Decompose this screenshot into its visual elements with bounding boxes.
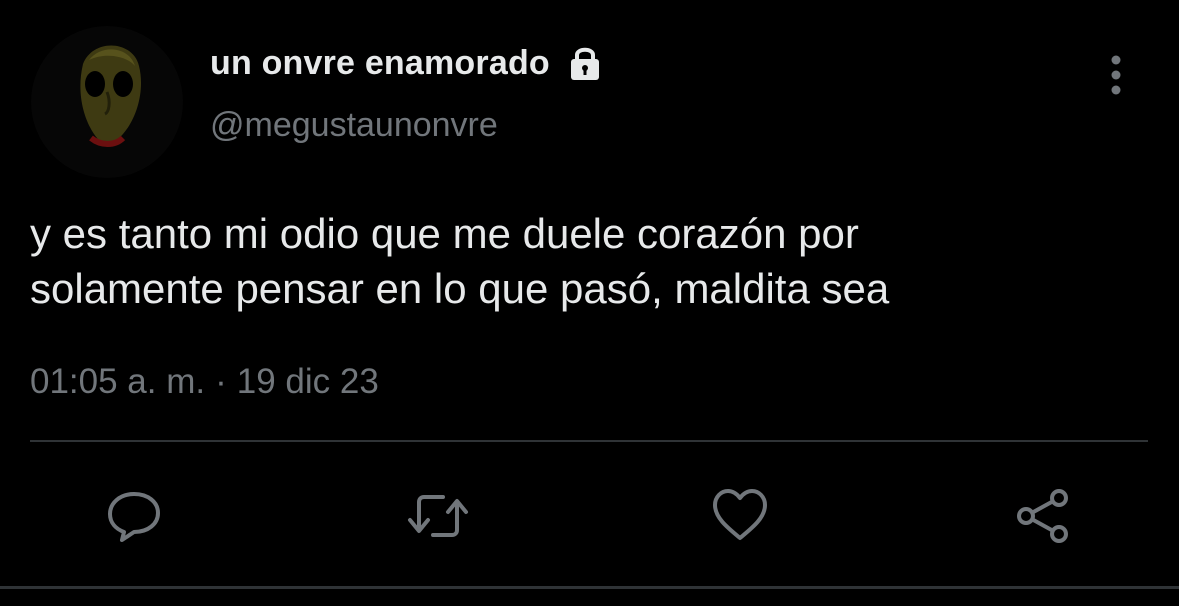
- author-name-row: un onvre enamorado: [210, 40, 604, 86]
- reply-icon: [108, 492, 160, 542]
- reply-button[interactable]: [104, 486, 164, 546]
- tweet-text: y es tanto mi odio que me duele corazón …: [30, 210, 890, 312]
- author-display-name[interactable]: un onvre enamorado: [210, 44, 550, 83]
- retweet-icon: [408, 495, 468, 537]
- like-button[interactable]: [710, 486, 770, 546]
- divider: [30, 440, 1148, 442]
- more-vertical-icon: [1111, 55, 1121, 95]
- tweet-detail: un onvre enamorado @megustaunonvre y es …: [0, 0, 1179, 606]
- author-handle[interactable]: @megustaunonvre: [210, 106, 498, 145]
- share-button[interactable]: [1013, 486, 1073, 546]
- lock-icon: [566, 44, 604, 82]
- meta-separator: ·: [215, 362, 227, 401]
- tweet-date: 19 dic 23: [236, 362, 379, 401]
- more-options-button[interactable]: [1098, 52, 1134, 98]
- bottom-divider: [0, 586, 1179, 589]
- baldi-face-avatar-icon: [31, 26, 183, 178]
- share-icon: [1017, 489, 1068, 543]
- avatar[interactable]: [31, 26, 183, 178]
- retweet-button[interactable]: [405, 486, 468, 546]
- tweet-timestamp[interactable]: 01:05 a. m. · 19 dic 23: [30, 362, 379, 402]
- tweet-time: 01:05 a. m.: [30, 362, 206, 401]
- heart-icon: [713, 489, 767, 540]
